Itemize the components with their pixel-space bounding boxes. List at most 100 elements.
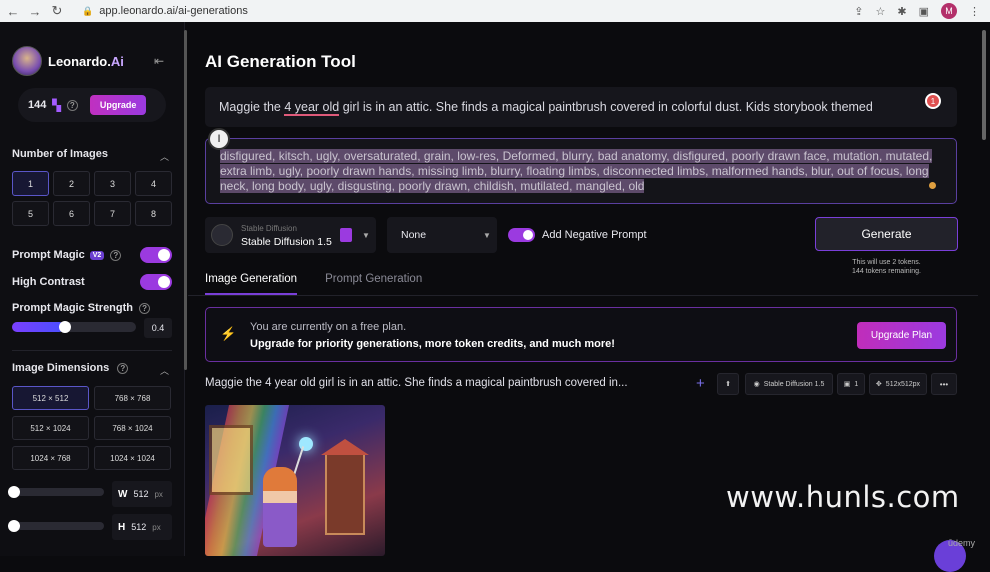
prompt-input[interactable]: Maggie the 4 year old girl is in an atti… bbox=[205, 87, 957, 127]
generate-button[interactable]: Generate bbox=[815, 217, 958, 251]
slider-handle[interactable] bbox=[59, 321, 71, 333]
negative-prompt-input[interactable]: disfigured, kitsch, ugly, oversaturated,… bbox=[205, 138, 957, 204]
collapse-sidebar-icon[interactable]: ⇤ bbox=[154, 54, 164, 68]
lock-icon: 🔒 bbox=[82, 5, 94, 16]
dimensions-grid: 512 × 512 768 × 768 512 × 1024 768 × 1024 10… bbox=[12, 386, 172, 470]
chevron-up-icon[interactable]: ︿ bbox=[160, 364, 169, 377]
plus-icon[interactable]: + bbox=[696, 375, 705, 392]
tab-bar: Image Generation Prompt Generation bbox=[205, 273, 422, 295]
divider bbox=[12, 350, 172, 351]
status-dot bbox=[929, 182, 936, 189]
num-images-option[interactable]: 5 bbox=[12, 201, 49, 226]
dimension-option[interactable]: 768 × 1024 bbox=[94, 416, 171, 440]
size-chip: ✥ 512x512px bbox=[869, 373, 927, 395]
generation-prompt-heading: Maggie the 4 year old girl is in an atti… bbox=[205, 377, 628, 389]
main-scrollbar[interactable] bbox=[982, 30, 986, 140]
width-input[interactable]: W 512 px bbox=[112, 481, 172, 507]
girl-figure bbox=[263, 467, 297, 547]
image-icon: ▣ bbox=[843, 381, 851, 388]
magic-strength-slider[interactable] bbox=[12, 321, 136, 333]
notification-badge[interactable]: 1 bbox=[925, 93, 941, 109]
num-images-title: Number of Images bbox=[12, 148, 108, 160]
attic-window bbox=[209, 425, 253, 495]
banner-line-1: You are currently on a free plan. bbox=[250, 321, 407, 333]
count-chip: ▣ 1 bbox=[837, 373, 865, 395]
style-value: None bbox=[401, 229, 427, 241]
udemy-logo: ūdemy bbox=[948, 538, 976, 548]
chevron-up-icon[interactable]: ︿ bbox=[160, 150, 169, 163]
share-icon[interactable]: ⇪ bbox=[854, 5, 863, 18]
sidebar: Leonardo.Ai ⇤ 144 ▚ ? Upgrade Number of … bbox=[0, 22, 185, 556]
prompt-magic-label: Prompt Magic bbox=[12, 249, 85, 261]
generated-image[interactable] bbox=[205, 405, 385, 556]
resize-icon: ✥ bbox=[875, 381, 882, 388]
width-slider[interactable] bbox=[8, 486, 104, 498]
num-images-option[interactable]: 4 bbox=[135, 171, 172, 196]
dimension-option[interactable]: 1024 × 768 bbox=[12, 446, 89, 470]
dimension-option[interactable]: 768 × 768 bbox=[94, 386, 171, 410]
menu-dots-icon[interactable]: ⋮ bbox=[969, 5, 980, 18]
size-chip-label: 512x512px bbox=[885, 380, 921, 388]
extensions-icon[interactable]: ✱ bbox=[897, 5, 906, 18]
num-images-option[interactable]: 7 bbox=[94, 201, 131, 226]
address-bar[interactable]: 🔒 app.leonardo.ai/ai-generations bbox=[82, 5, 248, 17]
magic-strength-row: Prompt Magic Strength ? bbox=[12, 302, 172, 314]
num-images-option[interactable]: 8 bbox=[135, 201, 172, 226]
chevron-down-icon: ▼ bbox=[362, 231, 370, 240]
num-images-grid: 1234 5678 bbox=[12, 171, 172, 226]
reload-icon[interactable]: ↻ bbox=[48, 3, 66, 19]
model-name: Stable Diffusion 1.5 bbox=[241, 235, 332, 248]
banner-line-2: Upgrade for priority generations, more t… bbox=[250, 338, 615, 350]
tab-prompt-generation[interactable]: Prompt Generation bbox=[325, 273, 422, 295]
model-small-label: Stable Diffusion bbox=[241, 223, 297, 233]
brand-logo[interactable]: Leonardo.Ai bbox=[12, 46, 124, 76]
lightning-icon: ⚡ bbox=[220, 326, 237, 341]
num-images-option[interactable]: 3 bbox=[94, 171, 131, 196]
model-thumbnail bbox=[211, 224, 233, 246]
model-chip: ◉ Stable Diffusion 1.5 bbox=[745, 373, 833, 395]
help-icon[interactable]: ? bbox=[110, 249, 122, 261]
num-images-option[interactable]: 2 bbox=[53, 171, 90, 196]
num-images-option[interactable]: 6 bbox=[53, 201, 90, 226]
text-cursor-icon: I bbox=[208, 128, 230, 150]
tab-divider bbox=[188, 295, 978, 296]
dimension-option[interactable]: 512 × 512 bbox=[12, 386, 89, 410]
watermark: www.hunls.com bbox=[726, 480, 960, 514]
sidebar-scrollbar[interactable] bbox=[184, 30, 187, 370]
height-slider[interactable] bbox=[8, 520, 104, 532]
v2-badge: V2 bbox=[89, 250, 105, 260]
main-content: AI Generation Tool Maggie the 4 year old… bbox=[188, 22, 978, 556]
sidepanel-icon[interactable]: ▣ bbox=[919, 5, 929, 18]
more-options-button[interactable]: ••• bbox=[931, 373, 957, 395]
negative-prompt-toggle[interactable] bbox=[508, 228, 535, 242]
bookmark-star-icon[interactable]: ☆ bbox=[876, 5, 886, 18]
profile-avatar[interactable]: M bbox=[941, 3, 957, 19]
forward-icon[interactable]: → bbox=[26, 4, 44, 19]
logo-avatar-icon bbox=[12, 46, 42, 76]
upload-icon[interactable]: ⬆ bbox=[717, 373, 739, 395]
help-icon[interactable]: ? bbox=[139, 302, 151, 314]
help-icon[interactable]: ? bbox=[66, 99, 78, 111]
brand-name: Leonardo.Ai bbox=[48, 53, 124, 69]
tab-image-generation[interactable]: Image Generation bbox=[205, 273, 298, 295]
height-input[interactable]: H 512 px bbox=[112, 514, 172, 540]
upgrade-button[interactable]: Upgrade bbox=[89, 95, 147, 115]
token-icon: ▚ bbox=[52, 99, 61, 112]
num-images-option[interactable]: 1 bbox=[12, 171, 49, 196]
back-icon[interactable]: ← bbox=[4, 4, 22, 19]
count-chip-label: 1 bbox=[854, 380, 859, 388]
model-select[interactable]: Stable Diffusion Stable Diffusion 1.5 ▼ bbox=[205, 217, 376, 253]
slider-fill bbox=[12, 322, 64, 332]
upgrade-plan-button[interactable]: Upgrade Plan bbox=[857, 322, 946, 349]
dimension-option[interactable]: 512 × 1024 bbox=[12, 416, 89, 440]
help-icon[interactable]: ? bbox=[117, 363, 129, 374]
magic-strength-value[interactable]: 0.4 bbox=[144, 318, 172, 338]
model-chip-label: Stable Diffusion 1.5 bbox=[763, 380, 825, 388]
prompt-magic-toggle[interactable] bbox=[140, 247, 172, 263]
dimension-option[interactable]: 1024 × 1024 bbox=[94, 446, 171, 470]
image-dimensions-title: Image Dimensions ? bbox=[12, 362, 129, 374]
high-contrast-toggle[interactable] bbox=[140, 274, 172, 290]
prompt-magic-row: Prompt Magic V2 ? bbox=[12, 247, 172, 263]
style-select[interactable]: None ▼ bbox=[387, 217, 497, 253]
magic-strength-label: Prompt Magic Strength bbox=[12, 302, 134, 314]
